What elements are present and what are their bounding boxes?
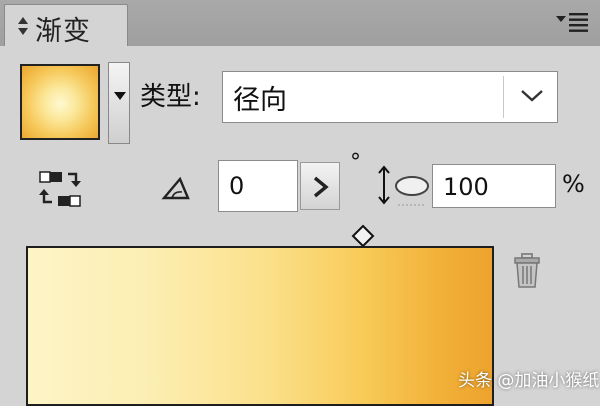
gradient-panel: 渐变 类型: 径向 0 ° 100 % 头条 @加油小猴纸 (0, 0, 600, 406)
type-select[interactable]: 径向 (222, 71, 558, 123)
angle-input[interactable]: 0 (218, 160, 298, 212)
chevron-down-icon[interactable] (519, 88, 545, 104)
angle-unit: ° (350, 150, 361, 175)
panel-header: 渐变 (0, 0, 600, 47)
type-select-value: 径向 (233, 85, 287, 116)
select-divider (503, 76, 504, 118)
type-label: 类型: (140, 82, 201, 112)
angle-icon (161, 176, 190, 200)
trash-icon[interactable] (512, 252, 542, 290)
angle-stepper-button[interactable] (300, 162, 340, 210)
watermark: 头条 @加油小猴纸 (458, 371, 600, 391)
panel-tab[interactable]: 渐变 (4, 4, 128, 47)
panel-menu-icon[interactable] (554, 10, 590, 34)
panel-title: 渐变 (35, 16, 91, 47)
gradient-swatch[interactable] (20, 64, 100, 140)
expand-collapse-icon[interactable] (17, 15, 29, 37)
swatch-dropdown-button[interactable] (108, 62, 130, 144)
chevron-right-icon (313, 176, 329, 198)
midpoint-diamond-icon[interactable] (351, 224, 375, 248)
aspect-ratio-icon (378, 165, 429, 206)
gradient-slider[interactable] (26, 246, 494, 406)
reverse-gradient-icon[interactable] (38, 168, 82, 210)
aspect-ratio-input[interactable]: 100 (432, 164, 556, 208)
aspect-unit: % (562, 170, 585, 198)
triangle-down-icon (114, 92, 126, 100)
